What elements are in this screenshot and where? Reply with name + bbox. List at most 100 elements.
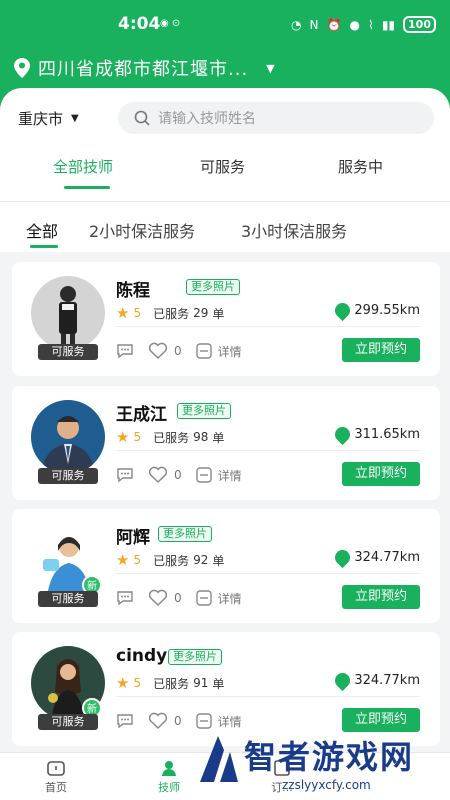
chevron-down-icon: ▼: [266, 61, 275, 75]
more-photos-button[interactable]: 更多照片: [177, 403, 231, 419]
search-placeholder: 请输入技师姓名: [158, 111, 256, 127]
rating-row: ★ 5 已服务 98 单: [116, 428, 224, 446]
star-icon: ★: [116, 551, 130, 569]
nav-technicians-label: 技师: [158, 781, 180, 794]
detail-button[interactable]: 详情: [195, 590, 242, 607]
city-selector[interactable]: 重庆市 ▼: [18, 108, 79, 129]
service-tabs: 全部 2小时保洁服务 3小时保洁服务: [0, 202, 450, 252]
signal-icon: ▮▮: [381, 17, 396, 32]
search-input[interactable]: 请输入技师姓名: [118, 102, 434, 134]
rating-row: ★ 5 已服务 29 单: [116, 304, 224, 322]
divider: [116, 450, 420, 451]
status-badge: 可服务: [38, 591, 98, 607]
technician-card[interactable]: 可服务 陈程 更多照片 ★ 5 已服务 29 单 299.55km 0 详情 立…: [12, 262, 440, 376]
wifi-icon: ⌇: [367, 17, 374, 32]
served-count: 92: [193, 553, 209, 567]
active-subtab-indicator: [30, 245, 58, 248]
served-label: 已服务: [153, 676, 190, 691]
status-badge: 可服务: [38, 344, 98, 360]
distance: 299.55km: [332, 299, 420, 322]
watermark-logo: [200, 736, 238, 782]
technician-card[interactable]: 可服务 王成江 更多照片 ★ 5 已服务 98 单 311.65km 0 详情 …: [12, 386, 440, 500]
rating-value: 5: [133, 676, 142, 690]
tab-all-technicians[interactable]: 全部技师: [53, 156, 113, 177]
star-icon: ★: [116, 304, 130, 322]
more-photos-button[interactable]: 更多照片: [186, 279, 240, 295]
subtab-all[interactable]: 全部: [26, 218, 58, 242]
location-text: 四川省成都市都江堰市...: [38, 59, 249, 80]
more-photos-button[interactable]: 更多照片: [168, 649, 222, 665]
book-now-button[interactable]: 立即预约: [342, 338, 420, 362]
speed-icon: ◔: [291, 17, 302, 32]
like-count: 0: [174, 468, 182, 482]
search-icon: [134, 110, 150, 126]
watermark: 智者游戏网 zzslyyxcfy.com: [196, 726, 446, 796]
divider: [116, 573, 420, 574]
served-unit: 单: [212, 553, 225, 568]
detail-button[interactable]: 详情: [195, 467, 242, 484]
system-icons: ◔ N ⏰ ● ⌇ ▮▮ 100: [291, 16, 436, 33]
divider: [116, 696, 420, 697]
tab-in-service[interactable]: 服务中: [338, 156, 383, 177]
distance-value: 299.55km: [354, 303, 420, 318]
like-button[interactable]: 0: [148, 342, 182, 360]
detail-icon: [195, 590, 212, 606]
technician-card[interactable]: 新 可服务 阿辉 更多照片 ★ 5 已服务 92 单 324.77km 0 详情…: [12, 509, 440, 623]
distance-value: 324.77km: [354, 550, 420, 565]
technician-name: 阿辉: [116, 528, 150, 548]
active-tab-indicator: [64, 186, 110, 189]
comment-button[interactable]: [116, 467, 134, 483]
detail-label: 详情: [217, 591, 242, 606]
subtab-2h-cleaning[interactable]: 2小时保洁服务: [89, 218, 195, 242]
technician-name: cindy: [116, 646, 168, 666]
distance-value: 324.77km: [354, 673, 420, 688]
nfc-icon: N: [309, 17, 319, 32]
heart-icon: [148, 342, 168, 360]
heart-icon: [148, 712, 168, 730]
heart-icon: [148, 589, 168, 607]
like-button[interactable]: 0: [148, 466, 182, 484]
technician-icon: [139, 759, 199, 779]
nav-home-label: 首页: [45, 781, 67, 794]
nav-technicians[interactable]: 技师: [139, 759, 199, 795]
comment-icon: [117, 344, 133, 359]
battery-icon: 100: [403, 16, 436, 33]
detail-button[interactable]: 详情: [195, 343, 242, 360]
like-button[interactable]: 0: [148, 712, 182, 730]
location-selector[interactable]: 四川省成都市都江堰市... ▼: [14, 54, 436, 82]
rating-value: 5: [133, 430, 142, 444]
person-photo: [41, 416, 95, 474]
comment-button[interactable]: [116, 713, 134, 729]
avatar: [31, 400, 105, 474]
served-label: 已服务: [153, 553, 190, 568]
alarm-icon: ⏰: [326, 17, 342, 32]
comment-button[interactable]: [116, 343, 134, 359]
book-now-button[interactable]: 立即预约: [342, 585, 420, 609]
nav-home[interactable]: 首页: [26, 759, 86, 795]
more-photos-button[interactable]: 更多照片: [158, 526, 212, 542]
subtab-3h-cleaning[interactable]: 3小时保洁服务: [241, 218, 347, 242]
location-status-icon: ●: [349, 17, 360, 32]
distance: 324.77km: [332, 546, 420, 569]
like-button[interactable]: 0: [148, 589, 182, 607]
caret-down-icon: ▼: [71, 113, 79, 124]
like-count: 0: [174, 591, 182, 605]
served-unit: 单: [212, 430, 225, 445]
detail-icon: [195, 343, 212, 359]
location-pin-icon: [332, 546, 354, 569]
rating-row: ★ 5 已服务 92 单: [116, 551, 224, 569]
tab-available[interactable]: 可服务: [200, 156, 245, 177]
watermark-title: 智者游戏网: [244, 738, 415, 776]
detail-label: 详情: [217, 344, 242, 359]
person-photo: [59, 286, 77, 346]
heart-icon: [148, 466, 168, 484]
city-label: 重庆市: [18, 110, 64, 128]
status-bar: 4:04 ◉ ⊙ ◔ N ⏰ ● ⌇ ▮▮ 100: [0, 0, 450, 46]
watermark-url: zzslyyxcfy.com: [282, 778, 371, 792]
served-label: 已服务: [153, 306, 190, 321]
comment-button[interactable]: [116, 590, 134, 606]
book-now-button[interactable]: 立即预约: [342, 462, 420, 486]
status-badge: 可服务: [38, 468, 98, 484]
technician-name: 陈程: [116, 281, 150, 301]
served-count: 29: [193, 306, 209, 320]
